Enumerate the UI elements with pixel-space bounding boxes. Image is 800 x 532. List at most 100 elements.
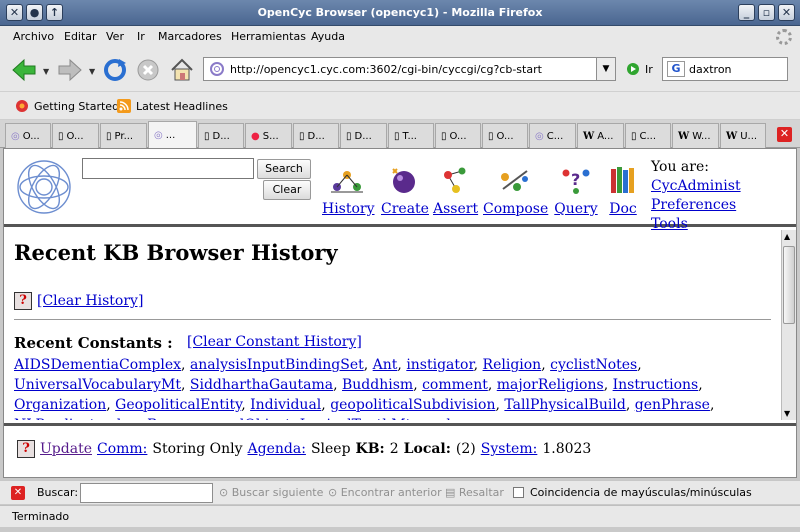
find-input[interactable] xyxy=(80,483,213,503)
scroll-down-icon[interactable]: ▼ xyxy=(784,409,790,418)
constant-link[interactable]: instigator xyxy=(406,357,473,373)
constant-link[interactable]: cyclistNotes xyxy=(550,357,637,373)
forward-history-dropdown-icon[interactable]: ▼ xyxy=(89,67,95,76)
constant-link[interactable]: consumedObject xyxy=(172,417,291,420)
scrollbar-thumb[interactable] xyxy=(783,246,795,324)
scroll-up-icon[interactable]: ▲ xyxy=(784,232,790,241)
home-button[interactable] xyxy=(168,56,196,84)
tab-6[interactable]: ● S... xyxy=(245,123,292,148)
close-window-icon[interactable]: ✕ xyxy=(778,4,795,21)
tool-create[interactable]: Create xyxy=(381,163,429,217)
constant-link[interactable]: Religion xyxy=(483,357,542,373)
constant-link[interactable]: GeopoliticalEntity xyxy=(115,397,241,413)
menu-editar[interactable]: Editar xyxy=(64,30,97,43)
match-case-checkbox[interactable] xyxy=(513,487,524,498)
tool-query[interactable]: ? Query xyxy=(552,163,600,217)
tool-assert[interactable]: Assert xyxy=(433,163,478,217)
user-link[interactable]: CycAdminist xyxy=(651,178,741,194)
constant-link[interactable]: Ant xyxy=(373,357,398,373)
constant-link[interactable]: genls xyxy=(420,417,458,420)
tool-history-label[interactable]: History xyxy=(322,201,375,217)
cyc-search-button[interactable]: Search xyxy=(257,159,311,179)
constant-link[interactable]: doneBy xyxy=(112,417,163,420)
constant-link[interactable]: Organization xyxy=(14,397,106,413)
menu-ir[interactable]: Ir xyxy=(137,30,145,43)
tab-13[interactable]: W A... xyxy=(577,123,624,148)
help-icon[interactable]: ? xyxy=(17,440,35,458)
minimize-icon[interactable]: _ xyxy=(738,4,755,21)
cyc-search-input[interactable] xyxy=(82,158,254,179)
tab-7[interactable]: ▯ D... xyxy=(293,123,339,148)
google-engine-icon[interactable]: G xyxy=(667,61,685,77)
tab-16[interactable]: W U... xyxy=(720,123,766,148)
constant-link[interactable]: analysisInputBindingSet xyxy=(190,357,364,373)
tab-12[interactable]: ◎ C... xyxy=(529,123,576,148)
constant-link[interactable]: AIDSDementiaComplex xyxy=(14,357,181,373)
tab-5[interactable]: ▯ D... xyxy=(198,123,244,148)
constant-link[interactable]: UniversalVocabularyMt xyxy=(14,377,181,393)
web-search-value[interactable]: daxtron xyxy=(689,63,732,76)
tool-query-label[interactable]: Query xyxy=(554,201,597,217)
update-link[interactable]: Update xyxy=(40,441,92,457)
close-tab-button[interactable]: ✕ xyxy=(777,127,792,142)
tool-doc-label[interactable]: Doc xyxy=(609,201,637,217)
tab-11[interactable]: ▯ O... xyxy=(482,123,528,148)
menu-ver[interactable]: Ver xyxy=(106,30,124,43)
constant-link[interactable]: Buddhism xyxy=(342,377,413,393)
find-previous-button[interactable]: ⊙ Encontrar anterior xyxy=(328,486,442,499)
tab-10[interactable]: ▯ O... xyxy=(435,123,481,148)
constant-link[interactable]: comment xyxy=(422,377,488,393)
tool-compose-label[interactable]: Compose xyxy=(483,201,548,217)
highlight-button[interactable]: ▤ Resaltar xyxy=(445,486,504,499)
forward-button[interactable] xyxy=(56,56,84,84)
constant-link[interactable]: LogicalTruthMt xyxy=(300,417,411,420)
bookmark-latest-headlines[interactable]: Latest Headlines xyxy=(117,99,228,114)
tab-4-active[interactable]: ◎... xyxy=(148,121,197,148)
cyc-clear-button[interactable]: Clear xyxy=(263,180,311,200)
constant-link[interactable]: geopoliticalSubdivision xyxy=(330,397,495,413)
url-text[interactable]: http://opencyc1.cyc.com:3602/cgi-bin/cyc… xyxy=(230,63,542,76)
bookmark-getting-started[interactable]: Getting Started xyxy=(15,99,119,114)
close-find-bar-icon[interactable]: ✕ xyxy=(11,486,25,500)
menu-archivo[interactable]: Archivo xyxy=(13,30,54,43)
tool-doc[interactable]: Doc xyxy=(604,163,642,217)
constant-link[interactable]: genPhrase xyxy=(635,397,710,413)
tool-create-label[interactable]: Create xyxy=(381,201,429,217)
tool-assert-label[interactable]: Assert xyxy=(433,201,478,217)
stop-button[interactable] xyxy=(134,56,162,84)
url-dropdown-icon[interactable]: ▼ xyxy=(596,58,615,80)
tab-2[interactable]: ▯ O... xyxy=(52,123,99,148)
reload-button[interactable] xyxy=(101,56,129,84)
constant-link[interactable]: Instructions xyxy=(613,377,699,393)
system-link[interactable]: System: xyxy=(481,441,538,457)
constant-link[interactable]: NLPredicate xyxy=(14,417,103,420)
tab-14[interactable]: ▯ C... xyxy=(625,123,671,148)
url-bar[interactable]: http://opencyc1.cyc.com:3602/cgi-bin/cyc… xyxy=(203,57,616,81)
web-search-box[interactable]: G daxtron xyxy=(662,57,788,81)
constant-link[interactable]: SiddharthaGautama xyxy=(190,377,333,393)
preferences-link[interactable]: Preferences xyxy=(651,197,736,213)
menu-ayuda[interactable]: Ayuda xyxy=(311,30,345,43)
menu-herramientas[interactable]: Herramientas xyxy=(231,30,306,43)
back-history-dropdown-icon[interactable]: ▼ xyxy=(43,67,49,76)
constant-link[interactable]: majorReligions xyxy=(497,377,604,393)
tool-history[interactable]: History xyxy=(322,163,375,217)
comm-link[interactable]: Comm: xyxy=(97,441,147,457)
constant-link[interactable]: Individual xyxy=(250,397,321,413)
clear-constant-history-link[interactable]: [Clear Constant History] xyxy=(187,334,362,350)
tool-compose[interactable]: Compose xyxy=(483,163,548,217)
tab-9[interactable]: ▯ T... xyxy=(388,123,434,148)
tab-3[interactable]: ▯ Pr... xyxy=(100,123,147,148)
tab-15[interactable]: W W... xyxy=(672,123,719,148)
history-scrollbar[interactable]: ▲ ▼ xyxy=(781,230,796,420)
tab-8[interactable]: ▯ D... xyxy=(340,123,387,148)
help-icon[interactable]: ? xyxy=(14,292,32,310)
go-button[interactable]: Ir xyxy=(626,62,653,76)
agenda-link[interactable]: Agenda: xyxy=(248,441,306,457)
clear-history-link[interactable]: [Clear History] xyxy=(37,293,143,309)
find-next-button[interactable]: ⊙ Buscar siguiente xyxy=(219,486,323,499)
back-button[interactable] xyxy=(10,56,38,84)
constant-link[interactable]: TallPhysicalBuild xyxy=(504,397,625,413)
tab-1[interactable]: ◎ O... xyxy=(5,123,51,148)
menu-marcadores[interactable]: Marcadores xyxy=(158,30,222,43)
